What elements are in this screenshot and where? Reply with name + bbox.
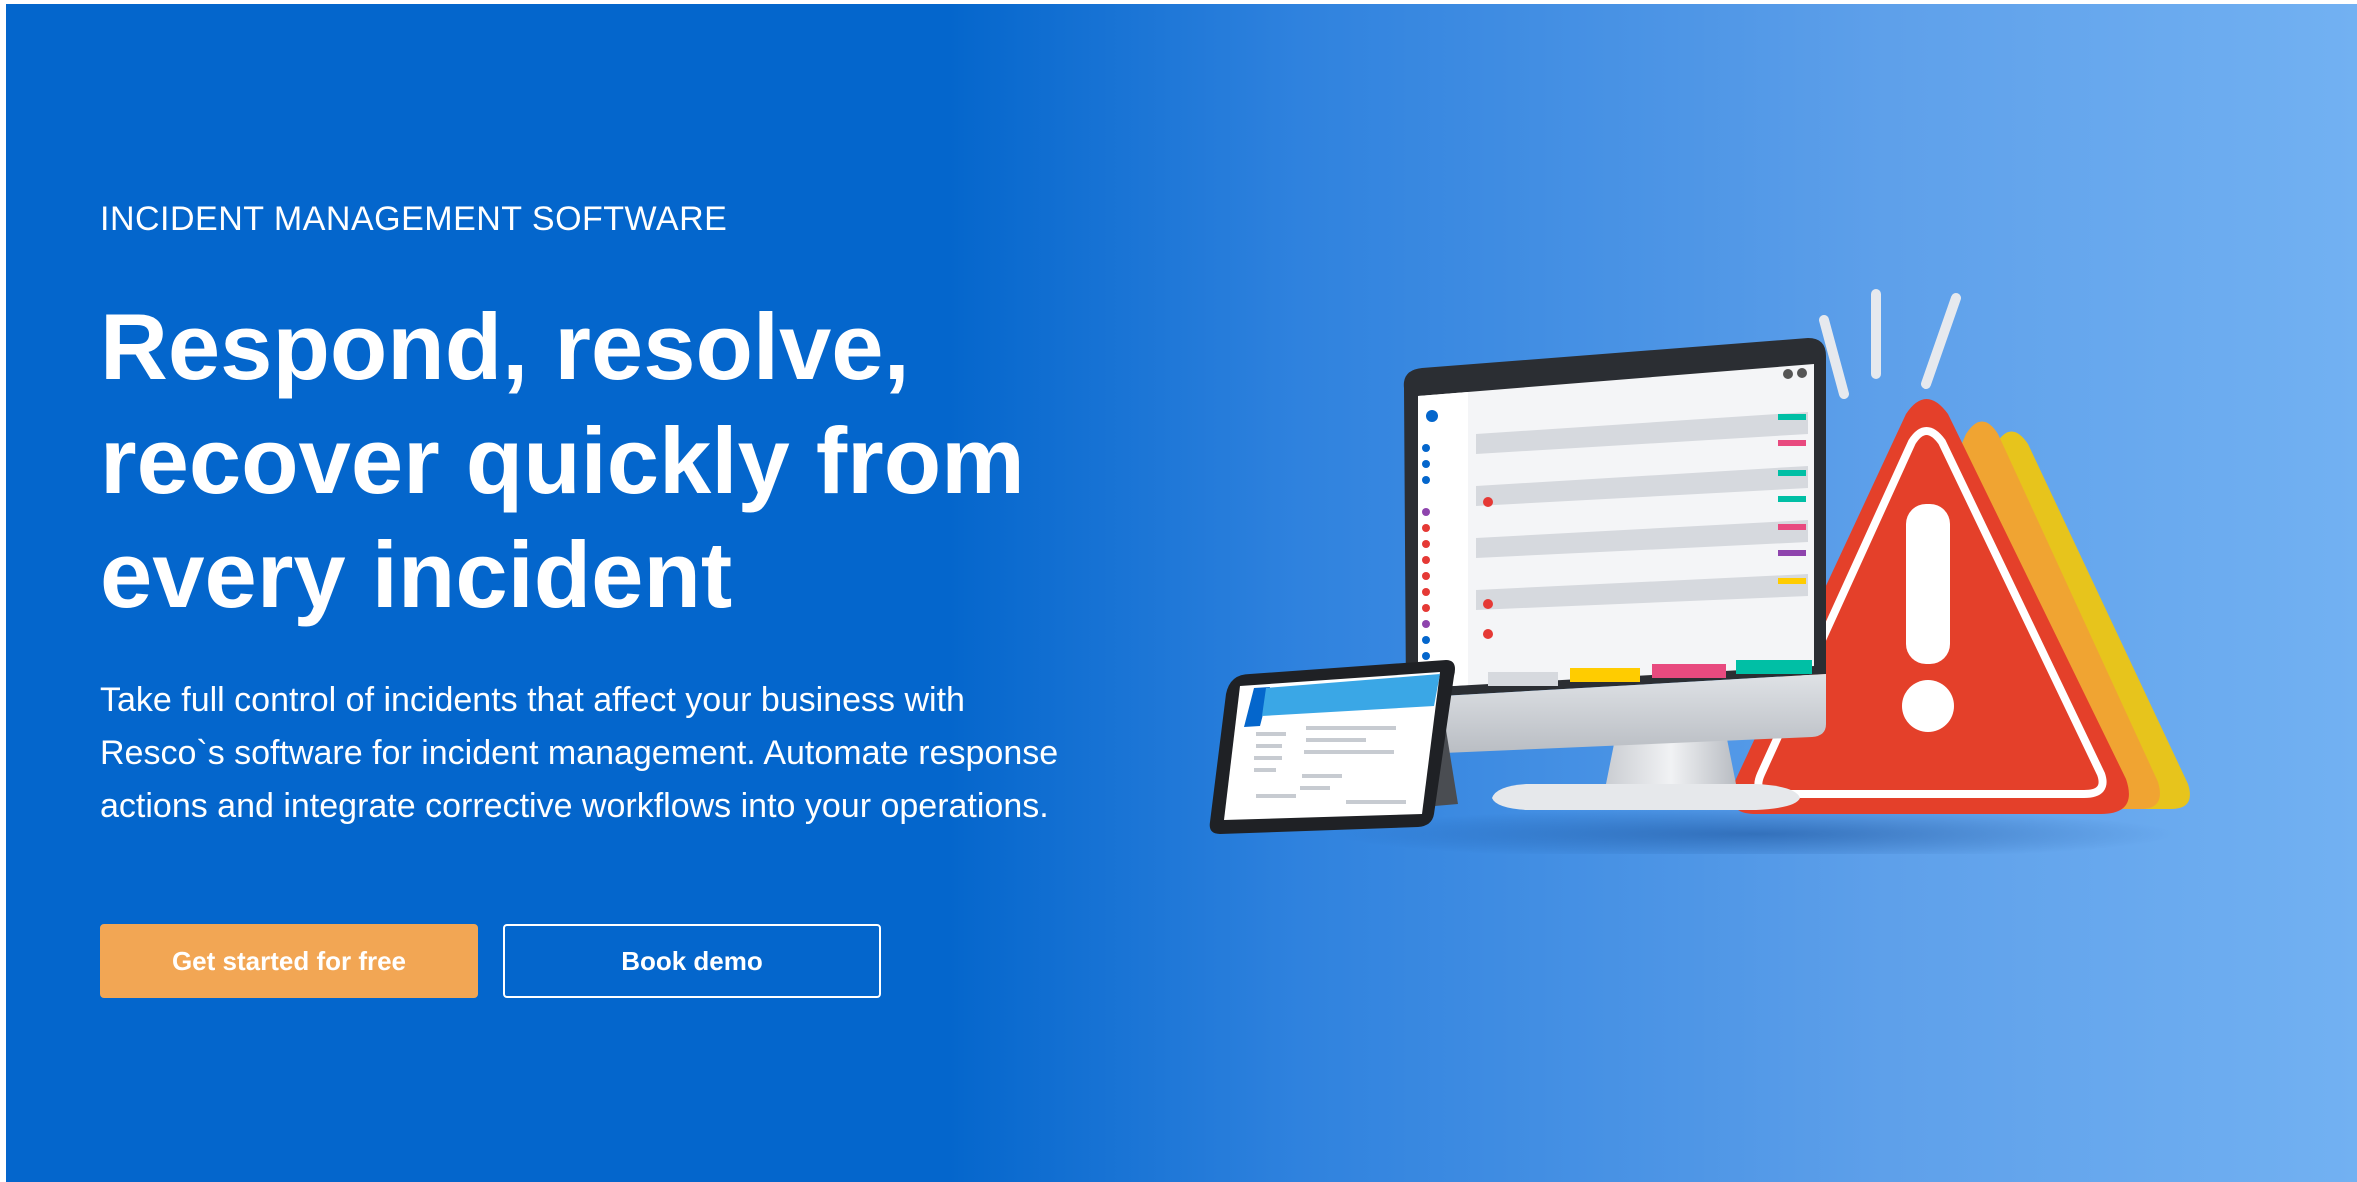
headline-line-2: recover quickly from — [100, 408, 1025, 513]
tablet-illustration — [1209, 660, 1458, 834]
book-demo-button[interactable]: Book demo — [503, 924, 881, 998]
hero-description: Take full control of incidents that affe… — [100, 681, 1059, 825]
get-started-button[interactable]: Get started for free — [100, 924, 478, 998]
hero-section: INCIDENT MANAGEMENT SOFTWARE Respond, re… — [6, 4, 2357, 1182]
hero-eyebrow: INCIDENT MANAGEMENT SOFTWARE — [100, 200, 728, 238]
hero-illustration — [1209, 289, 2190, 854]
headline-line-1: Respond, resolve, — [100, 294, 910, 399]
headline-line-3: every incident — [100, 522, 733, 627]
alert-rays — [1819, 289, 1961, 399]
hero-headline: Respond, resolve, recover quickly from e… — [100, 290, 1060, 632]
